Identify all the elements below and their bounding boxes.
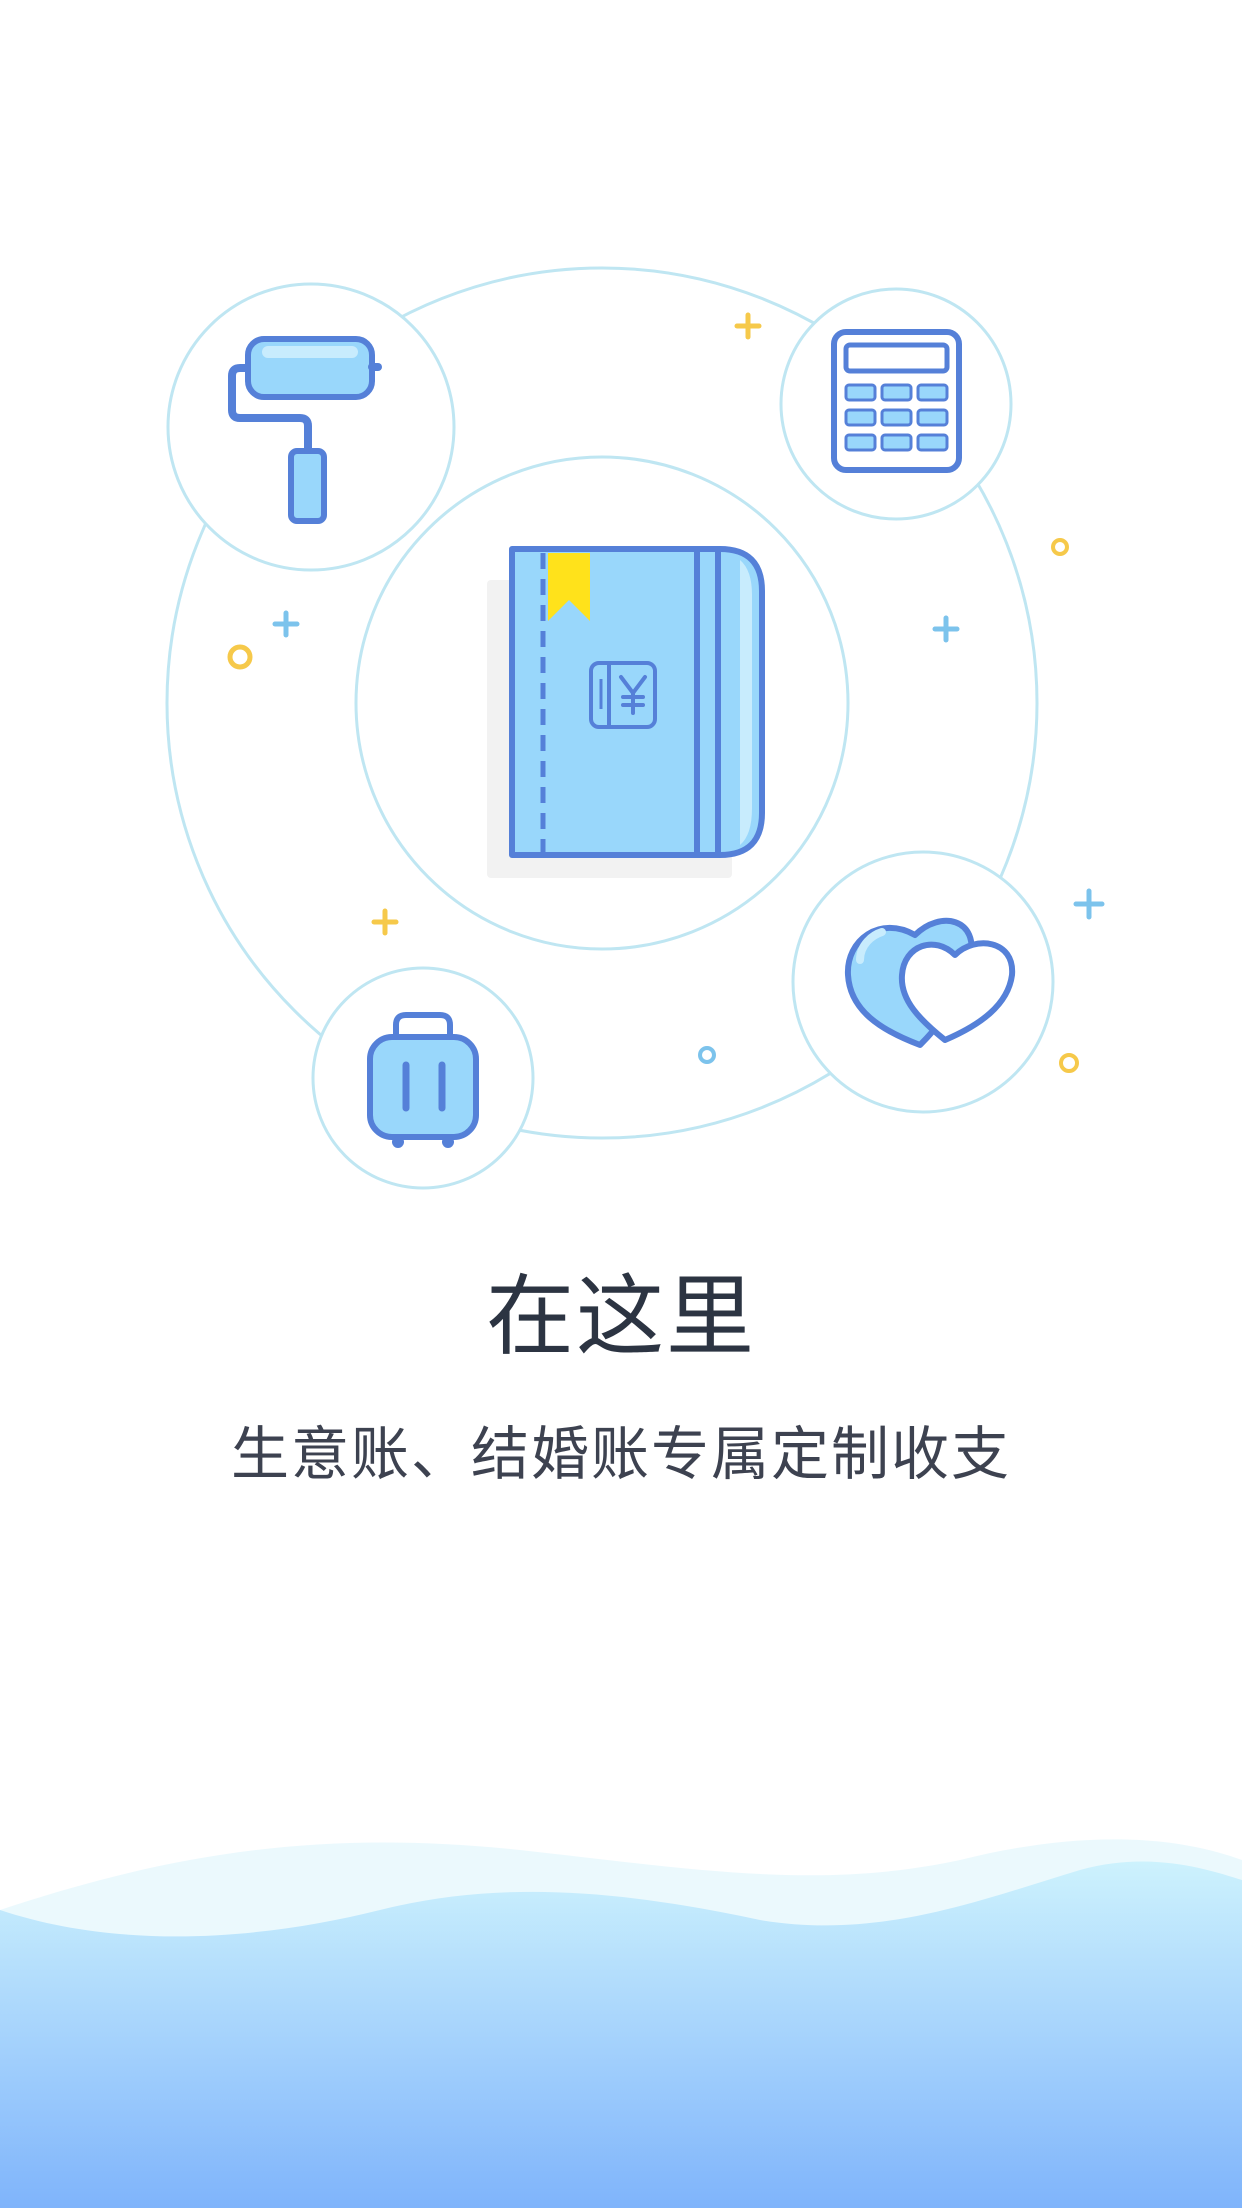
hearts-icon xyxy=(791,850,1055,1114)
calculator-icon xyxy=(779,287,1013,521)
bottom-wave-background xyxy=(0,1839,1242,2208)
onboarding-screen: 在这里 生意账、结婚账专属定制收支 xyxy=(0,0,1242,2208)
ledger-book-icon xyxy=(487,546,765,878)
page-subtitle: 生意账、结婚账专属定制收支 xyxy=(230,1420,1011,1488)
feature-illustration xyxy=(165,266,1105,1190)
luggage-icon xyxy=(311,966,535,1190)
page-title: 在这里 xyxy=(485,1265,756,1368)
paint-roller-icon xyxy=(166,282,456,572)
